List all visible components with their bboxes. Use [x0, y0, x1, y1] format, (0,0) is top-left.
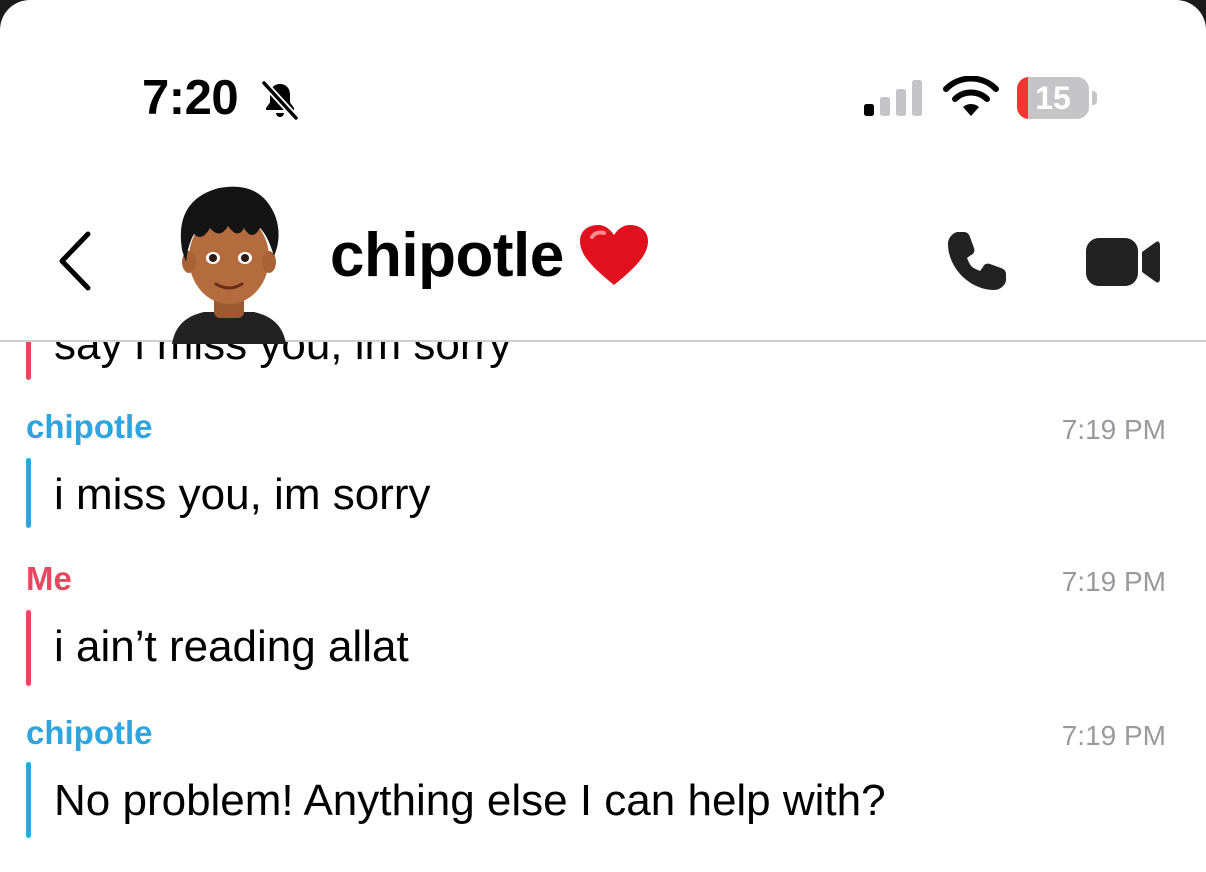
message-text[interactable]: i miss you, im sorry [54, 470, 430, 520]
battery-nub [1092, 91, 1097, 105]
message-text[interactable]: No problem! Anything else I can help wit… [54, 776, 886, 826]
message-sender: chipotle [26, 714, 153, 751]
battery-body: 15 [1017, 77, 1089, 119]
bell-slash-icon [261, 80, 299, 121]
contact-title[interactable]: chipotle [330, 220, 650, 291]
message-timestamp: 7:19 PM [1061, 720, 1166, 751]
message-accent-bar [26, 762, 31, 838]
avatar[interactable] [164, 178, 294, 344]
message-text[interactable]: i ain’t reading allat [54, 622, 409, 672]
status-time: 7:20 [142, 71, 239, 125]
message-timestamp: 7:19 PM [1061, 414, 1166, 445]
phone-icon[interactable] [944, 228, 1010, 294]
video-camera-icon[interactable] [1086, 236, 1160, 288]
message-accent-bar [26, 610, 31, 686]
message-list[interactable]: say i miss you, im sorry chipotle 7:19 PM i… [0, 300, 1206, 872]
message-accent-bar [26, 458, 31, 528]
message-timestamp: 7:19 PM [1061, 566, 1166, 597]
message-sender: Me [26, 560, 72, 597]
message-sender: chipotle [26, 408, 153, 445]
contact-name: chipotle [330, 221, 564, 290]
back-chevron-icon[interactable] [52, 228, 100, 294]
battery-level: 15 [1035, 80, 1071, 116]
red-heart-icon [579, 224, 648, 285]
battery-icon: 15 [1017, 77, 1097, 119]
chat-screen: 7:20 15 say i miss you, im sorry chipotle… [0, 0, 1206, 872]
wifi-icon [943, 76, 999, 116]
cellular-signal-icon [864, 80, 922, 116]
